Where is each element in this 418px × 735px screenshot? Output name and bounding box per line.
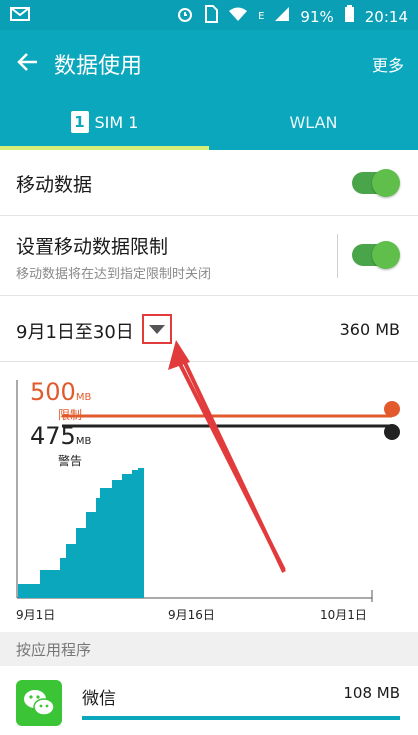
- apps-section-header: 按应用程序: [0, 632, 418, 666]
- x-label-start: 9月1日: [16, 608, 56, 622]
- limit-unit: MB: [75, 392, 92, 403]
- annotation-arrow-shaft: [178, 363, 286, 571]
- warning-number: 475: [30, 422, 76, 450]
- warning-label: 警告: [58, 454, 83, 468]
- x-label-end: 10月1日: [320, 608, 367, 622]
- apps-section-label: 按应用程序: [16, 641, 92, 659]
- app-row-wechat[interactable]: 微信 108 MB: [0, 666, 418, 735]
- limit-label: 限制: [58, 408, 83, 422]
- x-label-mid: 9月16日: [168, 608, 215, 622]
- app-name: 微信: [82, 689, 116, 709]
- warning-value: 475MB: [30, 422, 91, 450]
- app-usage-bar: [82, 716, 400, 720]
- wechat-icon: [16, 680, 62, 726]
- app-usage: 108 MB: [343, 684, 400, 702]
- annotation-overlay: [168, 340, 286, 571]
- limit-value: 500MB: [30, 378, 91, 406]
- limit-number: 500: [30, 378, 76, 406]
- warning-unit: MB: [75, 436, 92, 447]
